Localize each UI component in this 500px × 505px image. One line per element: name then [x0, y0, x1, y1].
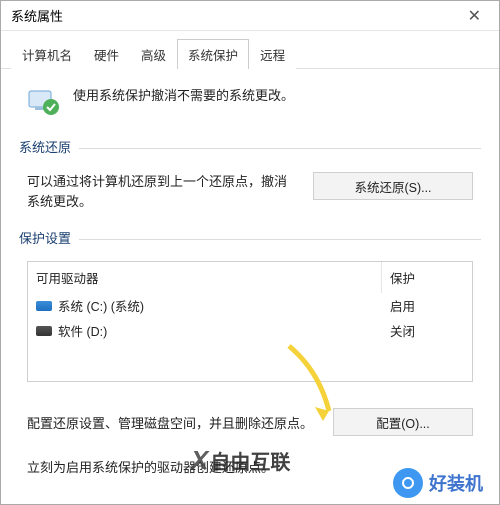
table-row[interactable]: 系统 (C:) (系统) 启用 [28, 293, 472, 318]
col-header-drive: 可用驱动器 [28, 262, 382, 293]
table-row[interactable]: 软件 (D:) 关闭 [28, 318, 472, 343]
tab-remote[interactable]: 远程 [249, 39, 296, 69]
watermark-ziyouhulian-text: 自由互联 [210, 446, 290, 475]
tab-advanced[interactable]: 高级 [130, 39, 177, 69]
group-protection-header: 保护设置 [19, 228, 481, 251]
watermark-haozhuangji: 好装机 [393, 468, 483, 498]
system-restore-row: 可以通过将计算机还原到上一个还原点，撤消系统更改。 系统还原(S)... [19, 170, 481, 228]
watermark-ziyouhulian: X 自由互联 [191, 445, 290, 476]
tab-hardware[interactable]: 硬件 [83, 39, 130, 69]
configure-row: 配置还原设置、管理磁盘空间，并且删除还原点。 配置(O)... [19, 382, 481, 446]
tab-computer-name[interactable]: 计算机名 [11, 39, 83, 69]
watermark-ring-icon [393, 468, 423, 498]
system-drive-icon [36, 301, 52, 311]
system-properties-dialog: 系统属性 ✕ 计算机名 硬件 高级 系统保护 远程 使用系统保护撤消不需要的系统… [0, 0, 500, 505]
drive-protection: 关闭 [382, 318, 472, 343]
data-drive-icon [36, 326, 52, 336]
group-system-restore-header: 系统还原 [19, 137, 481, 160]
drives-table-body: 系统 (C:) (系统) 启用 软件 (D:) 关闭 [28, 293, 472, 381]
close-icon[interactable]: ✕ [460, 6, 489, 26]
watermark-x-icon: X [191, 445, 206, 476]
configure-button[interactable]: 配置(O)... [333, 408, 473, 436]
configure-desc: 配置还原设置、管理磁盘空间，并且删除还原点。 [27, 413, 315, 432]
divider [79, 239, 481, 240]
titlebar: 系统属性 ✕ [1, 1, 499, 31]
intro-text: 使用系统保护撤消不需要的系统更改。 [73, 83, 294, 104]
dialog-title: 系统属性 [11, 6, 63, 25]
group-protection-title: 保护设置 [19, 228, 71, 247]
divider [79, 148, 481, 149]
watermark-haozhuangji-text: 好装机 [429, 470, 483, 496]
drive-name: 系统 (C:) (系统) [58, 296, 144, 315]
tab-body: 使用系统保护撤消不需要的系统更改。 系统还原 可以通过将计算机还原到上一个还原点… [1, 69, 499, 494]
drives-table: 可用驱动器 保护 系统 (C:) (系统) 启用 软件 (D:) 关闭 [27, 261, 473, 382]
drive-protection: 启用 [382, 293, 472, 318]
tab-system-protection[interactable]: 系统保护 [177, 39, 249, 69]
system-protection-icon [25, 83, 61, 119]
drive-name: 软件 (D:) [58, 321, 107, 340]
col-header-protection: 保护 [382, 262, 472, 293]
group-system-restore-title: 系统还原 [19, 137, 71, 156]
intro: 使用系统保护撤消不需要的系统更改。 [19, 83, 481, 119]
drives-table-header: 可用驱动器 保护 [28, 262, 472, 293]
system-restore-button[interactable]: 系统还原(S)... [313, 172, 473, 200]
system-restore-desc: 可以通过将计算机还原到上一个还原点，撤消系统更改。 [27, 172, 295, 212]
tab-strip: 计算机名 硬件 高级 系统保护 远程 [1, 31, 499, 69]
